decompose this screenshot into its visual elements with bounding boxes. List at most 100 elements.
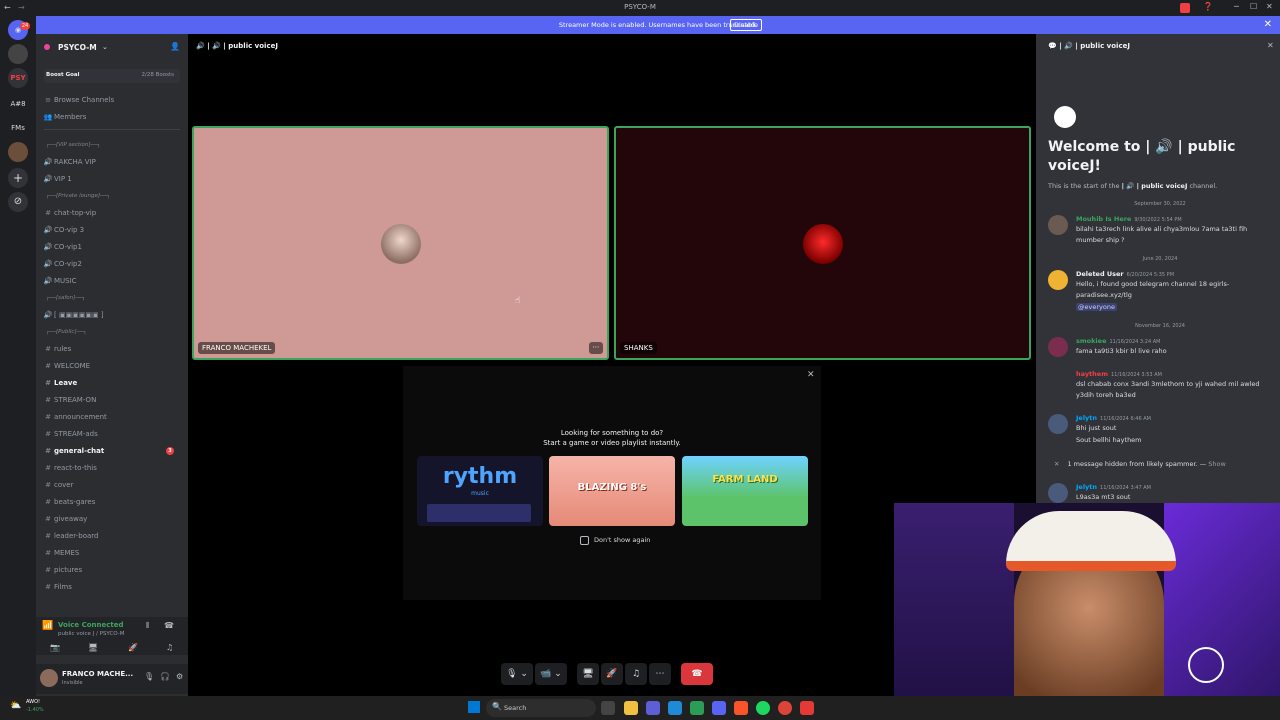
server-avatar-2[interactable]: [8, 142, 28, 162]
add-server-icon[interactable]: +: [8, 168, 28, 188]
channel-cover[interactable]: # cover: [42, 478, 182, 493]
noise-suppression-icon[interactable]: ⦀: [146, 621, 150, 631]
maximize-icon[interactable]: ☐: [1250, 2, 1257, 11]
channel-beats-gares[interactable]: # beats-gares: [42, 495, 182, 510]
activity-icon[interactable]: 🚀: [128, 643, 138, 652]
soundboard-icon[interactable]: ♫: [166, 643, 173, 652]
disable-streamer-button[interactable]: Disable: [730, 19, 762, 31]
chevron-down-icon[interactable]: ⌄: [102, 43, 108, 51]
activity-button[interactable]: 🚀: [601, 663, 623, 685]
channel-vip-1[interactable]: 🔊 VIP 1: [42, 172, 182, 187]
tile-more-icon[interactable]: ⋯: [589, 342, 603, 354]
avatar[interactable]: [1048, 215, 1068, 235]
close-icon[interactable]: ✕: [1054, 460, 1059, 468]
avatar[interactable]: [1048, 483, 1068, 503]
teams-icon[interactable]: [646, 701, 660, 715]
spotify-icon[interactable]: [756, 701, 770, 715]
soundboard-button[interactable]: ♫: [625, 663, 647, 685]
chrome-icon[interactable]: [778, 701, 792, 715]
channel-welcome[interactable]: # WELCOME: [42, 359, 182, 374]
channel-stream-ads[interactable]: # STREAM-ads: [42, 427, 182, 442]
mention-everyone[interactable]: @everyone: [1076, 303, 1117, 311]
channel-giveaway[interactable]: # giveaway: [42, 512, 182, 527]
disconnect-call-button[interactable]: ☎: [681, 663, 713, 685]
voice-channel[interactable]: public voice J / PSYCO-M: [58, 631, 125, 637]
search-box[interactable]: 🔍 Search: [486, 699, 596, 717]
channel-stream-on[interactable]: # STREAM-ON: [42, 393, 182, 408]
channel-chat-top-vip[interactable]: # chat-top-vip: [42, 206, 182, 221]
discover-icon[interactable]: ⊘: [8, 192, 28, 212]
close-banner-icon[interactable]: ✕: [1264, 19, 1272, 30]
more-options-button[interactable]: ⋯: [649, 663, 671, 685]
channel-pictures[interactable]: # pictures: [42, 563, 182, 578]
brave-icon[interactable]: [734, 701, 748, 715]
avatar[interactable]: [1048, 337, 1068, 357]
channel-general-chat[interactable]: # general-chat 3: [42, 444, 182, 459]
server-a8[interactable]: A#8: [8, 94, 28, 114]
author-name[interactable]: Jelytn: [1076, 414, 1097, 422]
channel-rakcha-vip[interactable]: 🔊 RAKCHA VIP: [42, 155, 182, 170]
channel-leave[interactable]: # Leave: [42, 376, 182, 391]
channel-react-to-this[interactable]: # react-to-this: [42, 461, 182, 476]
close-icon[interactable]: ✕: [807, 370, 815, 380]
file-explorer-icon[interactable]: [624, 701, 638, 715]
game-rythm[interactable]: rythm music: [417, 456, 543, 526]
show-hidden-link[interactable]: Show: [1208, 460, 1226, 468]
channel-category[interactable]: ┌──[Public]──┐: [46, 329, 176, 335]
game-blazing-8s[interactable]: BLAZING 8's: [549, 456, 675, 526]
channel-co-vip1[interactable]: 🔊 CO-vip1: [42, 240, 182, 255]
channel-category[interactable]: ┌──[VIP section]──┐: [46, 142, 176, 148]
channel-co-vip-3[interactable]: 🔊 CO-vip 3: [42, 223, 182, 238]
channel-films[interactable]: # Films: [42, 580, 182, 595]
screen-share-icon[interactable]: 🖥: [88, 643, 98, 652]
video-tile-shanks[interactable]: SHANKS: [614, 126, 1031, 360]
weather-temp[interactable]: AWO!: [26, 699, 40, 705]
channel-[interactable]: 🔊[ ▣▣▣▣▣▣ ]: [42, 308, 182, 323]
gear-icon[interactable]: ⚙: [176, 672, 183, 681]
channel-category[interactable]: ┌──[Private lounge]──┐: [46, 193, 176, 199]
mic-toggle-button[interactable]: 🎙 ⌄: [501, 663, 533, 685]
minimize-icon[interactable]: ─: [1234, 2, 1239, 11]
help-icon[interactable]: ❓: [1203, 2, 1213, 11]
add-member-icon[interactable]: 👤: [170, 42, 180, 51]
close-window-icon[interactable]: ✕: [1266, 2, 1273, 11]
avatar[interactable]: [40, 669, 58, 687]
avatar[interactable]: [1048, 370, 1068, 390]
app-icon[interactable]: [668, 701, 682, 715]
channel-co-vip2[interactable]: 🔊 CO-vip2: [42, 257, 182, 272]
camera-off-icon[interactable]: 📷: [50, 643, 60, 652]
headphones-icon[interactable]: 🎧: [160, 672, 170, 681]
browse-channels[interactable]: ≡ Browse Channels: [42, 93, 182, 108]
close-chat-icon[interactable]: ✕: [1267, 41, 1274, 50]
task-view-icon[interactable]: [601, 701, 615, 715]
author-name[interactable]: Deleted User: [1076, 270, 1124, 278]
author-name[interactable]: smokiee: [1076, 337, 1106, 345]
video-tile-franco[interactable]: FRANCO MACHEKEL ⋯ ☝: [192, 126, 609, 360]
app-icon[interactable]: [800, 701, 814, 715]
channel-rules[interactable]: # rules: [42, 342, 182, 357]
channel-announcement[interactable]: # announcement: [42, 410, 182, 425]
mic-icon[interactable]: 🎙: [144, 672, 154, 681]
server-name[interactable]: PSYCO-M: [58, 43, 97, 52]
screen-share-button[interactable]: 🖥: [577, 663, 599, 685]
server-fms[interactable]: FMs: [8, 118, 28, 138]
channel-memes[interactable]: # MEMES: [42, 546, 182, 561]
author-name[interactable]: Jelytn: [1076, 483, 1097, 491]
disconnect-icon[interactable]: ☎: [164, 621, 174, 630]
inbox-icon[interactable]: [1180, 3, 1190, 13]
server-avatar-1[interactable]: [8, 44, 28, 64]
boost-goal-bar[interactable]: Boost Goal 2/28 Boosts: [44, 69, 180, 83]
channel-leader-board[interactable]: # leader-board: [42, 529, 182, 544]
discord-icon[interactable]: [712, 701, 726, 715]
avatar[interactable]: [1048, 270, 1068, 290]
camera-toggle-button[interactable]: 📹 ⌄: [535, 663, 567, 685]
server-psy[interactable]: PSY: [8, 68, 28, 88]
channel-category[interactable]: ┌──[safon]──┐: [46, 295, 176, 301]
members-link[interactable]: 👥 Members: [42, 110, 182, 125]
author-name[interactable]: Mouhib Is Here: [1076, 215, 1131, 223]
game-farm-land[interactable]: FARM LAND: [682, 456, 808, 526]
app-icon[interactable]: [690, 701, 704, 715]
channel-music[interactable]: 🔊 MUSIC: [42, 274, 182, 289]
dont-show-checkbox[interactable]: [580, 536, 589, 545]
start-icon[interactable]: [468, 701, 480, 713]
